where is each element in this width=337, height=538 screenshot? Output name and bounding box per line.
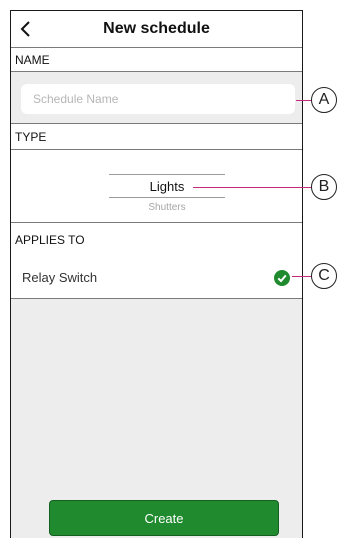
phone-screen: New schedule NAME TYPE Lights Shutters A… [10,10,303,538]
app-header: New schedule [11,11,302,48]
callout-b: B [311,174,337,200]
picker-divider-bottom [109,197,225,198]
schedule-name-input[interactable] [21,84,295,114]
create-button[interactable]: Create [49,500,279,536]
section-label-name: NAME [11,48,302,72]
callout-line-a [296,100,312,101]
page-title: New schedule [103,20,210,37]
device-label: Relay Switch [22,270,98,285]
callout-c: C [311,263,337,289]
check-circle-icon [274,270,290,286]
name-field-container [11,73,302,124]
section-label-type: TYPE [11,124,302,150]
picker-option[interactable]: Shutters [109,202,225,213]
screenshot-root: New schedule NAME TYPE Lights Shutters A… [0,0,337,538]
callout-line-b [193,187,312,188]
callout-line-c [292,276,312,277]
picker-divider-top [109,174,225,175]
device-row-relay-switch[interactable]: Relay Switch [11,257,302,299]
callout-a: A [311,87,337,113]
section-label-applies-to: APPLIES TO [11,223,302,257]
